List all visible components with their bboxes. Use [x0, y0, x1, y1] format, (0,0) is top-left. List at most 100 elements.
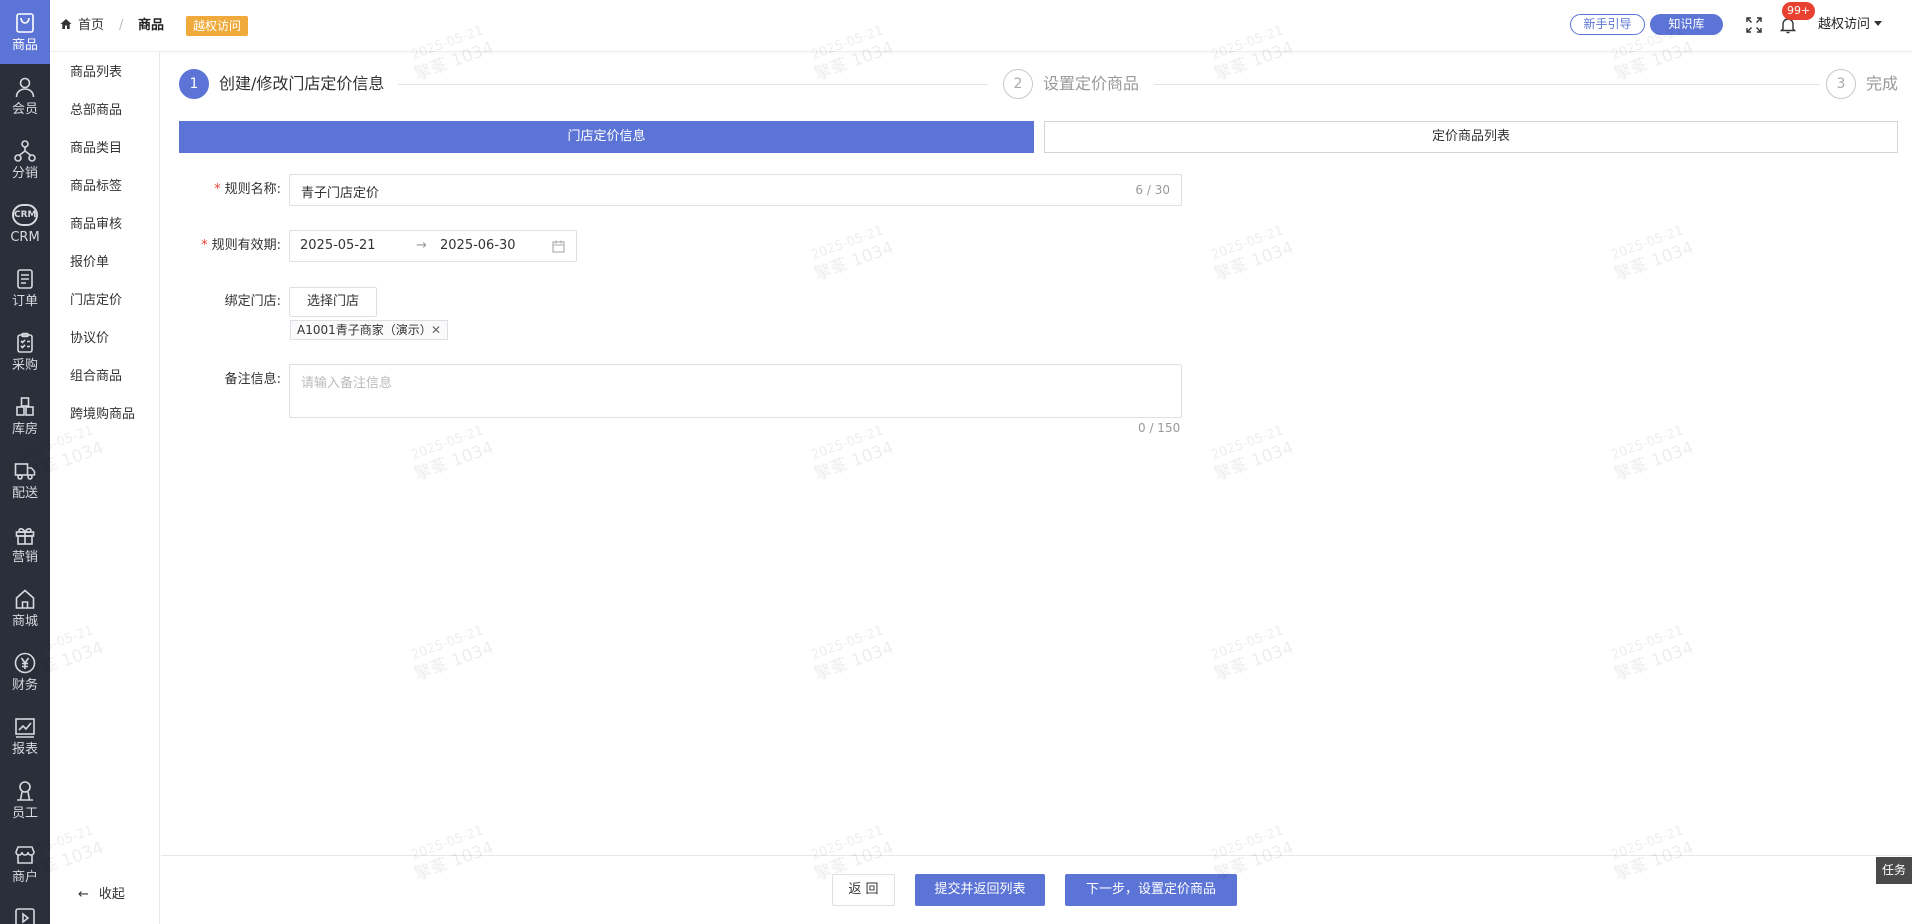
tab-pricing-goods-list[interactable]: 定价商品列表 — [1044, 121, 1898, 153]
step-1-number: 1 — [179, 69, 209, 99]
watermark: 2025-05-21擎莑 1034 — [409, 623, 497, 686]
watermark: 2025-05-21擎莑 1034 — [409, 823, 497, 886]
rule-name-counter: 6 / 30 — [1135, 183, 1170, 197]
submenu-item-quote[interactable]: 报价单 — [70, 254, 109, 272]
store-label: 绑定门店: — [224, 294, 281, 309]
rail-label: 员工 — [11, 806, 38, 821]
rail-item-member[interactable]: 会员 — [0, 64, 50, 128]
rail-label: 配送 — [11, 486, 38, 501]
rail-item-order[interactable]: 订单 — [0, 256, 50, 320]
app-rail: 商品 会员 分销 CRM CRM 订单 采购 库房 配送 营销 商城 财务 报表… — [0, 0, 50, 924]
watermark: 2025-05-21擎莑 1034 — [1609, 423, 1697, 486]
submenu-item-agreement-price[interactable]: 协议价 — [70, 330, 109, 348]
rail-label: CRM — [10, 230, 40, 245]
step-1-label: 创建/修改门店定价信息 — [219, 74, 385, 93]
rail-item-distribution[interactable]: 分销 — [0, 128, 50, 192]
rule-name-input[interactable]: 青子门店定价 6 / 30 — [289, 174, 1182, 206]
store-tag: A1001青子商家（演示） ✕ — [290, 320, 448, 340]
task-tab[interactable]: 任务 — [1876, 857, 1912, 884]
notification-count-badge: 99+ — [1782, 2, 1816, 20]
submenu-item-goods-list[interactable]: 商品列表 — [70, 64, 122, 82]
fullscreen-icon[interactable] — [1746, 17, 1762, 33]
submit-return-button[interactable]: 提交并返回列表 — [915, 874, 1045, 906]
date-start-value: 2025-05-21 — [300, 238, 376, 253]
rail-label: 库房 — [11, 422, 38, 437]
next-step-button[interactable]: 下一步，设置定价商品 — [1065, 874, 1237, 906]
validity-date-range-picker[interactable]: 2025-05-21 → 2025-06-30 — [289, 230, 577, 262]
rail-item-delivery[interactable]: 配送 — [0, 448, 50, 512]
rail-label: 报表 — [11, 742, 38, 757]
caret-down-icon — [1874, 21, 1883, 26]
rail-item-warehouse[interactable]: 库房 — [0, 384, 50, 448]
step-connector — [1154, 84, 1820, 85]
clipboard-icon — [17, 332, 33, 353]
rail-item-more[interactable] — [0, 896, 50, 924]
submenu-item-category[interactable]: 商品类目 — [70, 140, 122, 158]
knowledge-button[interactable]: 知识库 — [1650, 14, 1723, 35]
rail-item-finance[interactable]: 财务 — [0, 640, 50, 704]
collapse-button[interactable]: ← 收起 — [78, 883, 125, 902]
rail-label: 商品 — [11, 38, 38, 53]
network-icon — [14, 140, 36, 162]
rule-name-label-text: 规则名称: — [224, 182, 281, 197]
rail-item-goods[interactable]: 商品 — [0, 0, 50, 64]
rail-item-crm[interactable]: CRM CRM — [0, 192, 50, 256]
watermark: 2025-05-21擎莑 1034 — [1609, 823, 1697, 886]
arrow-left-icon: ← — [78, 887, 89, 902]
step-2-label: 设置定价商品 — [1043, 74, 1140, 93]
submenu-item-review[interactable]: 商品审核 — [70, 216, 122, 234]
back-button[interactable]: 返 回 — [832, 874, 895, 906]
shopping-bag-icon — [16, 13, 34, 33]
rail-item-mall[interactable]: 商城 — [0, 576, 50, 640]
required-mark: * — [214, 182, 221, 197]
house-icon — [15, 589, 35, 609]
grid-icon — [16, 397, 34, 416]
select-store-button[interactable]: 选择门店 — [289, 287, 377, 317]
watermark: 2025-05-21擎莑 1034 — [1209, 223, 1297, 286]
yen-icon — [14, 652, 36, 674]
step-2-number: 2 — [1003, 69, 1033, 99]
remark-counter: 0 / 150 — [1138, 421, 1181, 435]
close-icon[interactable]: ✕ — [431, 321, 441, 339]
rail-item-purchase[interactable]: 采购 — [0, 320, 50, 384]
submenu-item-store-pricing[interactable]: 门店定价 — [70, 292, 122, 310]
rail-label: 商户 — [11, 870, 38, 885]
home-icon — [60, 19, 72, 29]
watermark: 2025-05-21擎莑 1034 — [409, 423, 497, 486]
store-icon — [15, 846, 35, 864]
rail-item-staff[interactable]: 员工 — [0, 768, 50, 832]
step-connector — [398, 84, 988, 85]
gift-icon — [15, 528, 35, 545]
top-header: 首页 / 商品 越权访问 新手引导 知识库 99+ 越权访问 — [50, 0, 1912, 52]
submenu-item-crossborder[interactable]: 跨境购商品 — [70, 406, 135, 424]
watermark: 2025-05-21擎莑 1034 — [809, 423, 897, 486]
remark-placeholder: 请输入备注信息 — [301, 376, 393, 391]
submenu-item-tags[interactable]: 商品标签 — [70, 178, 122, 196]
rail-label: 营销 — [11, 550, 38, 565]
required-mark: * — [201, 238, 208, 253]
rail-item-report[interactable]: 报表 — [0, 704, 50, 768]
validity-label: * 规则有效期: — [192, 237, 281, 255]
submenu-item-hq-goods[interactable]: 总部商品 — [70, 102, 122, 120]
validity-label-text: 规则有效期: — [211, 238, 281, 253]
breadcrumb-current: 商品 — [138, 18, 165, 33]
rail-item-merchant[interactable]: 商户 — [0, 832, 50, 896]
truck-icon — [14, 463, 36, 480]
user-icon — [15, 77, 35, 98]
user-menu[interactable]: 越权访问 — [1818, 16, 1883, 34]
remark-textarea[interactable]: 请输入备注信息 — [289, 364, 1182, 418]
access-badge: 越权访问 — [186, 16, 249, 36]
rail-label: 分销 — [11, 166, 38, 181]
breadcrumb-home[interactable]: 首页 — [60, 17, 104, 35]
watermark: 2025-05-21擎莑 1034 — [1209, 623, 1297, 686]
chart-icon — [15, 718, 35, 738]
rail-label: 财务 — [11, 678, 38, 693]
rule-name-label: * 规则名称: — [208, 181, 281, 199]
tab-store-pricing-info[interactable]: 门店定价信息 — [179, 121, 1034, 153]
store-tag-label: A1001青子商家（演示） — [297, 323, 432, 337]
rail-label: 商城 — [11, 614, 38, 629]
rail-item-marketing[interactable]: 营销 — [0, 512, 50, 576]
guide-button[interactable]: 新手引导 — [1570, 14, 1645, 35]
staff-icon — [17, 781, 33, 801]
submenu-item-combo-goods[interactable]: 组合商品 — [70, 368, 122, 386]
